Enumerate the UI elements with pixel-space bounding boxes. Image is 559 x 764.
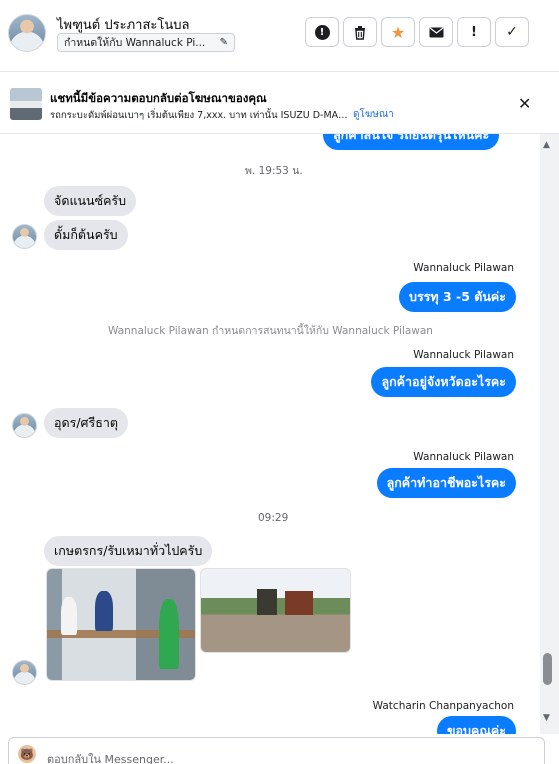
scroll-up-arrow-icon[interactable]: ▲ xyxy=(543,140,550,150)
assignment-system-note: Wannaluck Pilawan กำหนดการสนทนานี้ให้กับ… xyxy=(108,325,433,337)
inbox-conversation-panel: ไพฑูนต์ ประภาสะโนบล กำหนดให้กับ Wannaluc… xyxy=(0,0,559,764)
message-bubble-outgoing[interactable]: ลูกค้าสนใจ รถยนต์รุ่นไหนคะ xyxy=(323,134,500,150)
pencil-icon: ✎ xyxy=(219,37,228,48)
mark-done-button[interactable]: ✓ xyxy=(495,17,529,47)
check-icon: ✓ xyxy=(506,24,518,40)
scrollbar-thumb[interactable] xyxy=(543,653,552,685)
message-bubble-incoming[interactable]: อุดร/ศรีธาตุ xyxy=(44,408,128,438)
photo-person xyxy=(95,591,113,631)
mark-unread-button[interactable] xyxy=(419,17,453,47)
mark-spam-button[interactable]: ! xyxy=(305,17,339,47)
message-bubble-incoming[interactable]: จัดแนนซ์ครับ xyxy=(44,186,137,216)
message-timestamp: พ. 19:53 น. xyxy=(245,165,303,177)
sender-name: Watcharin Chanpanyachon xyxy=(372,700,514,712)
close-banner-icon[interactable]: ✕ xyxy=(518,94,531,113)
star-button[interactable]: ★ xyxy=(381,17,415,47)
contact-avatar[interactable] xyxy=(8,14,46,52)
ad-thumbnail[interactable] xyxy=(10,88,42,120)
photo-person xyxy=(61,597,77,635)
message-bubble-incoming[interactable]: ดั้มก็ต้นครับ xyxy=(44,220,128,250)
message-bubble-outgoing[interactable]: ลูกค้าอยู่จังหวัดอะไรคะ xyxy=(371,367,516,397)
scroll-down-arrow-icon[interactable]: ▼ xyxy=(543,713,550,723)
sender-name: Wannaluck Pilawan xyxy=(413,349,514,361)
message-bubble-outgoing[interactable]: บรรทุ 3 -5 ตันค่ะ xyxy=(399,282,516,312)
contact-avatar-small[interactable] xyxy=(12,660,37,685)
assign-label: กำหนดให้กับ Wannaluck Pi... xyxy=(64,37,206,49)
attached-photo[interactable] xyxy=(46,568,196,681)
ad-banner-subtitle: รถกระบะดัมพ์ผ่อนเบาๆ เริ่มต้นเพียง 7,xxx… xyxy=(50,110,350,121)
photo-person xyxy=(159,599,179,669)
message-timestamp: 09:29 xyxy=(258,512,289,524)
chat-scrollbar[interactable] xyxy=(540,134,559,734)
contact-avatar-small[interactable] xyxy=(12,224,37,249)
message-bubble-outgoing[interactable]: ลูกค้าทำอาชีพอะไรคะ xyxy=(376,468,516,498)
message-thread[interactable]: ลูกค้าสนใจ รถยนต์รุ่นไหนคะ พ. 19:53 น. จ… xyxy=(0,134,540,734)
follow-up-button[interactable]: ! xyxy=(457,17,491,47)
delete-button[interactable] xyxy=(343,17,377,47)
view-ad-link[interactable]: ดูโฆษณา xyxy=(353,107,394,122)
photo-truck xyxy=(285,591,313,615)
sender-name: Wannaluck Pilawan xyxy=(413,451,514,463)
sender-name: Wannaluck Pilawan xyxy=(413,262,514,274)
envelope-icon xyxy=(429,27,443,37)
message-bubble-outgoing[interactable]: ขอบคุณค่ะ xyxy=(436,716,516,734)
contact-name[interactable]: ไพฑูนต์ ประภาสะโนบล xyxy=(57,14,189,35)
alert-circle-icon: ! xyxy=(314,24,330,40)
attached-photo[interactable] xyxy=(200,568,351,653)
ad-banner-title: แชทนี้มีข้อความตอบกลับต่อโฆษณาของคุณ xyxy=(50,91,267,105)
photo-truck xyxy=(257,589,277,615)
trash-icon xyxy=(355,25,365,40)
reply-input[interactable]: ตอบกลับใน Messenger... xyxy=(47,750,174,764)
contact-avatar-small[interactable] xyxy=(12,413,37,438)
message-bubble-incoming[interactable]: เกษตรกร/รับเหมาทั่วไปครับ xyxy=(44,536,213,566)
exclamation-icon: ! xyxy=(471,24,477,40)
star-icon: ★ xyxy=(390,22,406,42)
page-avatar-icon: 🐻 xyxy=(18,745,36,763)
assign-conversation-button[interactable]: กำหนดให้กับ Wannaluck Pi... ✎ xyxy=(57,33,235,52)
